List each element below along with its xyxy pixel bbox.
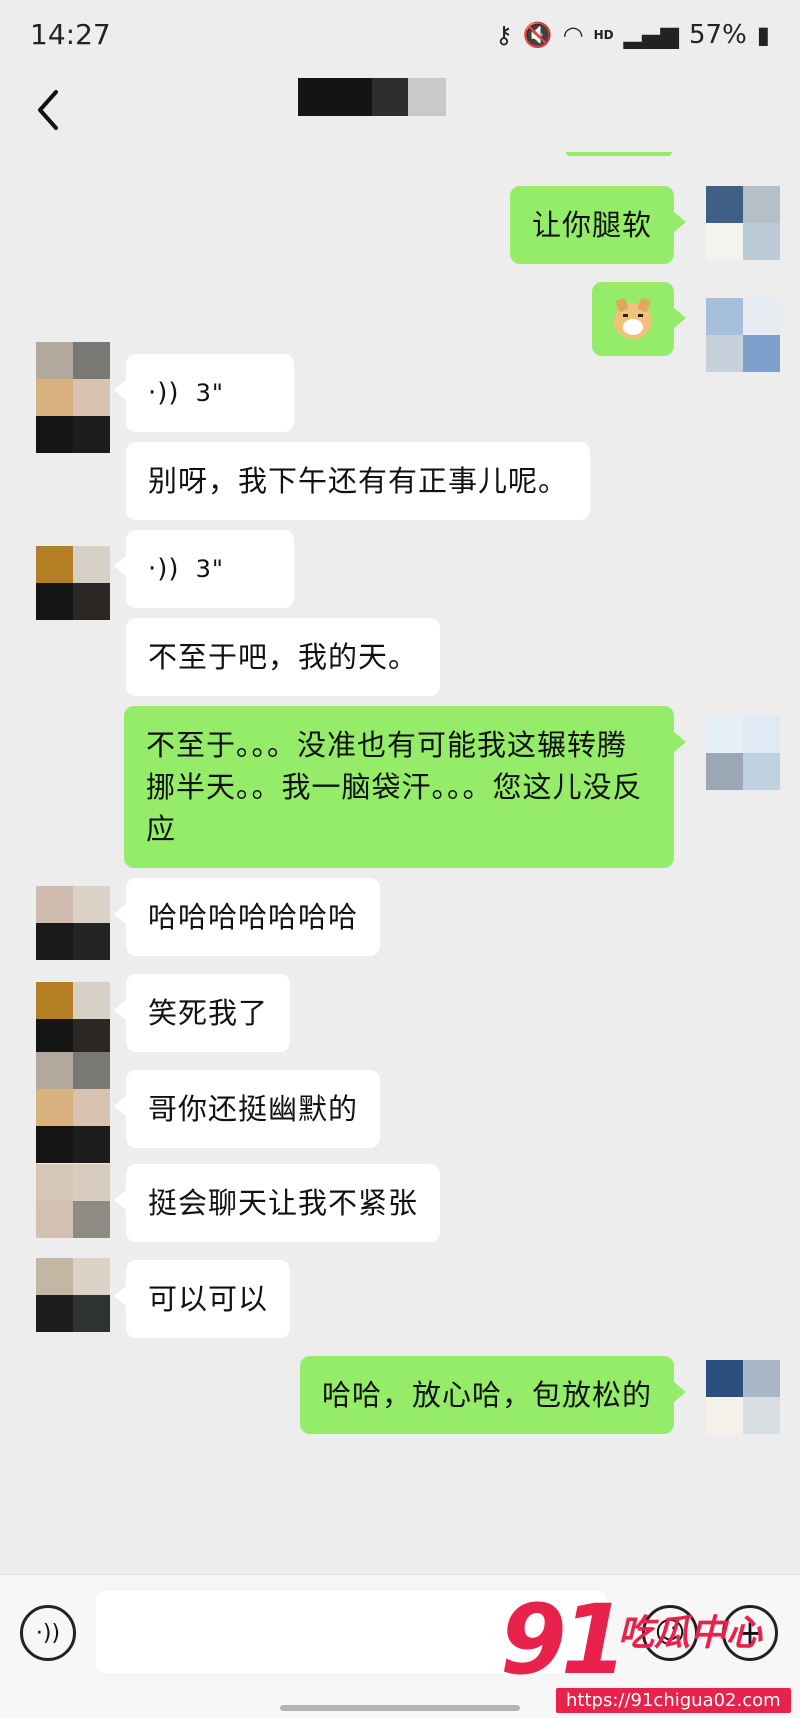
- message-text: 可以可以: [148, 1282, 269, 1316]
- message-bubble-incoming[interactable]: 哈哈哈哈哈哈哈: [113, 878, 381, 956]
- message-text: 哈哈哈哈哈哈哈: [148, 900, 359, 934]
- status-bar: 14:27 ⚷ 🔇 ◠ HD ▂▄▆ 57% ▮: [0, 0, 800, 72]
- message-bubble-outgoing[interactable]: 不至于。。。没准也有可能我这辗转腾挪半天。。我一脑袋汗。。。您这儿没反应: [124, 706, 686, 868]
- message-bubble-outgoing[interactable]: [592, 282, 686, 356]
- avatar[interactable]: [36, 342, 110, 453]
- avatar[interactable]: [36, 546, 110, 620]
- message-bubble-incoming[interactable]: 哥你还挺幽默的: [113, 1070, 381, 1148]
- partial-message-bubble: [566, 152, 672, 156]
- avatar[interactable]: [36, 982, 110, 1056]
- network-label: HD: [593, 28, 614, 42]
- avatar[interactable]: [36, 1258, 110, 1332]
- watermark-url: https://91chigua02.com: [556, 1688, 791, 1713]
- status-time: 14:27: [30, 18, 111, 51]
- signal-icon: ▂▄▆: [623, 21, 679, 49]
- message-list[interactable]: 让你腿软 ·)) 3" 别呀，我下午还有有正事儿呢。 ·)) 3" 不至于吧，我…: [0, 152, 800, 1574]
- avatar[interactable]: [36, 1052, 110, 1163]
- chat-header: [0, 72, 800, 152]
- voice-wave-icon: ·)): [148, 378, 180, 408]
- home-indicator[interactable]: [280, 1705, 520, 1711]
- message-bubble-incoming[interactable]: 不至于吧，我的天。: [126, 618, 441, 696]
- avatar[interactable]: [36, 1164, 110, 1238]
- message-bubble-incoming[interactable]: 可以可以: [113, 1260, 291, 1338]
- message-text: 笑死我了: [148, 996, 269, 1030]
- battery-percentage: 57%: [688, 20, 747, 50]
- message-text: 哥你还挺幽默的: [148, 1092, 359, 1126]
- voice-duration: 3": [195, 555, 224, 583]
- message-text: 挺会聊天让我不紧张: [148, 1186, 419, 1220]
- voice-message-bubble[interactable]: ·)) 3": [114, 530, 294, 608]
- voice-wave-icon: ·)): [148, 554, 180, 584]
- message-bubble-outgoing[interactable]: 让你腿软: [509, 186, 687, 264]
- message-text: 别呀，我下午还有有正事儿呢。: [148, 464, 569, 498]
- message-text: 不至于吧，我的天。: [148, 640, 419, 674]
- voice-message-bubble[interactable]: ·)) 3": [114, 354, 294, 432]
- status-icons: ⚷ 🔇 ◠ HD ▂▄▆ 57% ▮: [495, 20, 770, 50]
- message-bubble-outgoing[interactable]: 哈哈，放心哈，包放松的: [299, 1356, 687, 1434]
- mute-icon: 🔇: [522, 21, 553, 49]
- message-text: 让你腿软: [531, 208, 652, 242]
- voice-mode-icon[interactable]: ·)): [20, 1605, 76, 1661]
- message-text: 不至于。。。没准也有可能我这辗转腾挪半天。。我一脑袋汗。。。您这儿没反应: [146, 728, 643, 846]
- avatar[interactable]: [706, 1360, 780, 1434]
- wifi-icon: ◠: [562, 21, 584, 49]
- avatar[interactable]: [706, 298, 780, 372]
- message-text: 哈哈，放心哈，包放松的: [321, 1378, 652, 1412]
- key-icon: ⚷: [495, 21, 513, 49]
- message-bubble-incoming[interactable]: 挺会聊天让我不紧张: [113, 1164, 441, 1242]
- battery-icon: ▮: [756, 21, 770, 49]
- avatar[interactable]: [706, 716, 780, 790]
- shiba-dog-emoji-icon: [614, 303, 652, 339]
- chevron-left-icon[interactable]: [28, 80, 68, 140]
- voice-duration: 3": [195, 379, 224, 407]
- watermark-name: 吃瓜中心: [618, 1613, 763, 1654]
- avatar[interactable]: [706, 186, 780, 260]
- message-bubble-incoming[interactable]: 别呀，我下午还有有正事儿呢。: [126, 442, 591, 520]
- message-bubble-incoming[interactable]: 笑死我了: [113, 974, 291, 1052]
- avatar[interactable]: [36, 886, 110, 960]
- watermark-number: 91: [500, 1584, 628, 1696]
- watermark-logo: 91 吃瓜中心 https://91chigua02.com: [500, 1592, 800, 1716]
- chat-title-redacted: [298, 78, 446, 116]
